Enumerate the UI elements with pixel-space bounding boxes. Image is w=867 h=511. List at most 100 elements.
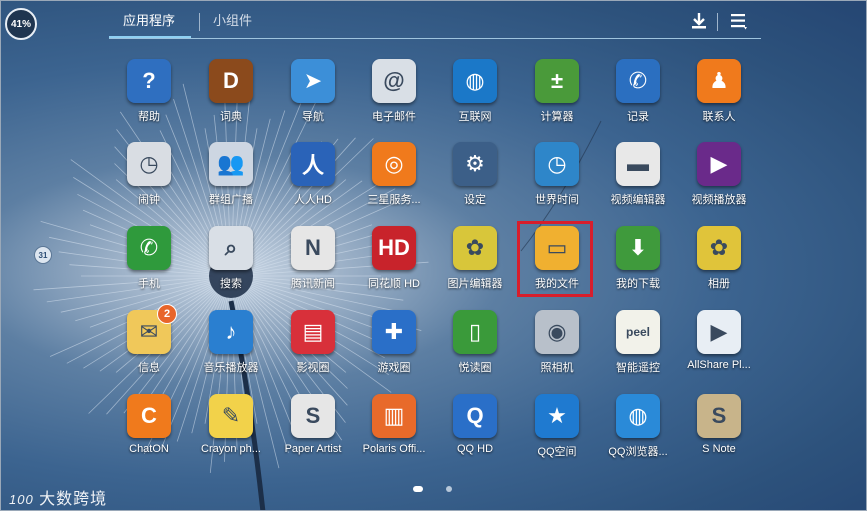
icon-glyph: Q bbox=[466, 403, 484, 428]
app-allshare[interactable]: ▶ AllShare Pl... bbox=[678, 310, 760, 388]
app-label: 视频编辑器 bbox=[610, 194, 666, 206]
app-label: ChatON bbox=[129, 443, 169, 455]
s-note-icon: S bbox=[697, 394, 741, 438]
page-dot[interactable] bbox=[446, 486, 452, 492]
globe-icon: ◍ bbox=[453, 59, 497, 103]
app-qq-browser[interactable]: ◍ QQ浏览器... bbox=[597, 394, 679, 472]
tab-widgets[interactable]: 小组件 bbox=[213, 9, 252, 37]
video-player-icon: ▶ bbox=[697, 142, 741, 186]
icon-glyph: ⌕ bbox=[224, 235, 238, 260]
watermark-number: 100 bbox=[9, 492, 34, 507]
app-search[interactable]: ⌕ 搜索 bbox=[190, 226, 272, 304]
app-stock-chart[interactable]: HD 同花顺 HD bbox=[353, 226, 435, 304]
app-clapper[interactable]: ▬ 视频编辑器 bbox=[597, 142, 679, 220]
app-globe[interactable]: ◍ 互联网 bbox=[434, 59, 516, 137]
app-call-log[interactable]: ✆ 记录 bbox=[597, 59, 679, 137]
app-contacts[interactable]: ♟ 联系人 bbox=[678, 59, 760, 137]
app-label: 三星服务... bbox=[367, 194, 421, 206]
phone-icon: ✆ bbox=[127, 226, 171, 270]
icon-glyph: ◉ bbox=[547, 319, 567, 344]
app-label: 音乐播放器 bbox=[203, 362, 259, 374]
download-icon-button[interactable] bbox=[687, 9, 711, 33]
app-label: 导航 bbox=[302, 111, 324, 123]
app-label: 搜索 bbox=[220, 278, 242, 290]
app-download[interactable]: ⬇ 我的下载 bbox=[597, 226, 679, 304]
app-phone[interactable]: ✆ 手机 bbox=[108, 226, 190, 304]
app-music-player[interactable]: ♪ 音乐播放器 bbox=[190, 310, 272, 388]
app-video-player[interactable]: ▶ 视频播放器 bbox=[678, 142, 760, 220]
app-label: 词典 bbox=[220, 111, 242, 123]
app-alarm-clock[interactable]: ◷ 闹钟 bbox=[108, 142, 190, 220]
app-label: 视频播放器 bbox=[691, 194, 747, 206]
app-dictionary[interactable]: D 词典 bbox=[190, 59, 272, 137]
app-chaton[interactable]: C ChatON bbox=[108, 394, 190, 472]
app-settings-gear[interactable]: ⚙ 设定 bbox=[434, 142, 516, 220]
app-label: 相册 bbox=[708, 278, 730, 290]
app-label: 闹钟 bbox=[138, 194, 160, 206]
tab-apps[interactable]: 应用程序 bbox=[123, 9, 175, 37]
watermark-logo: 100 大数跨境 bbox=[9, 485, 107, 509]
app-label: 我的下载 bbox=[616, 278, 660, 290]
app-peel-remote[interactable]: peel 智能遥控 bbox=[597, 310, 679, 388]
page-dot-active[interactable] bbox=[413, 486, 423, 492]
side-panel-handle[interactable]: 31 bbox=[34, 246, 52, 264]
icon-glyph: ◎ bbox=[384, 151, 404, 176]
icon-glyph: ◍ bbox=[465, 68, 485, 93]
app-label: 电子邮件 bbox=[372, 111, 416, 123]
icon-glyph: N bbox=[305, 235, 321, 260]
app-gamepad[interactable]: ✚ 游戏圈 bbox=[353, 310, 435, 388]
app-label: 设定 bbox=[464, 194, 486, 206]
app-qq-penguin[interactable]: Q QQ HD bbox=[434, 394, 516, 472]
qzone-star-icon: ★ bbox=[535, 394, 579, 438]
app-paper-artist[interactable]: S Paper Artist bbox=[272, 394, 354, 472]
app-qzone-star[interactable]: ★ QQ空间 bbox=[516, 394, 598, 472]
page-indicator bbox=[413, 486, 453, 494]
app-crayon-physics[interactable]: ✎ Crayon ph... bbox=[190, 394, 272, 472]
app-polaris-office[interactable]: ▥ Polaris Offi... bbox=[353, 394, 435, 472]
app-label: QQ HD bbox=[456, 443, 494, 455]
menu-button[interactable] bbox=[727, 9, 751, 33]
app-compass[interactable]: ➤ 导航 bbox=[272, 59, 354, 137]
group-cast-icon: 👥 bbox=[209, 142, 253, 186]
app-group-cast[interactable]: 👥 群组广播 bbox=[190, 142, 272, 220]
icon-glyph: ★ bbox=[547, 403, 567, 428]
settings-gear-icon: ⚙ bbox=[453, 142, 497, 186]
app-renren[interactable]: 人人人HD bbox=[272, 142, 354, 220]
app-label: S Note bbox=[702, 443, 736, 455]
crayon-physics-icon: ✎ bbox=[209, 394, 253, 438]
app-label: 群组广播 bbox=[209, 194, 253, 206]
app-label: 手机 bbox=[138, 278, 160, 290]
app-messages[interactable]: ✉ 2 信息 bbox=[108, 304, 190, 388]
app-label: 图片编辑器 bbox=[447, 278, 503, 290]
app-label: 照相机 bbox=[540, 362, 574, 374]
icon-glyph: S bbox=[305, 403, 321, 428]
icon-glyph: ⬇ bbox=[628, 235, 648, 260]
music-player-icon: ♪ bbox=[209, 310, 253, 354]
icon-glyph: D bbox=[223, 68, 239, 93]
app-help[interactable]: ? 帮助 bbox=[108, 59, 190, 137]
icon-glyph: ♟ bbox=[709, 68, 729, 93]
app-calculator[interactable]: ± 计算器 bbox=[516, 59, 598, 137]
search-icon: ⌕ bbox=[209, 226, 253, 270]
alarm-clock-icon: ◷ bbox=[127, 142, 171, 186]
app-email[interactable]: @ 电子邮件 bbox=[353, 59, 435, 137]
app-gallery[interactable]: ✿ 相册 bbox=[678, 226, 760, 304]
icon-glyph: ▬ bbox=[627, 151, 649, 176]
contacts-icon: ♟ bbox=[697, 59, 741, 103]
app-samsung-service[interactable]: ◎ 三星服务... bbox=[353, 142, 435, 220]
app-tencent-news[interactable]: N 腾讯新闻 bbox=[272, 226, 354, 304]
app-world-clock[interactable]: ◷ 世界时间 bbox=[516, 142, 598, 220]
download-icon: ⬇ bbox=[616, 226, 660, 270]
icon-glyph: peel bbox=[625, 325, 650, 339]
call-log-icon: ✆ bbox=[616, 59, 660, 103]
app-s-note[interactable]: S S Note bbox=[678, 394, 760, 472]
email-icon: @ bbox=[372, 59, 416, 103]
messages-icon: ✉ 2 bbox=[127, 304, 177, 354]
app-photo-editor[interactable]: ✿ 图片编辑器 bbox=[434, 226, 516, 304]
app-label: 互联网 bbox=[458, 111, 492, 123]
app-film[interactable]: ▤ 影视圈 bbox=[272, 310, 354, 388]
app-camera[interactable]: ◉ 照相机 bbox=[516, 310, 598, 388]
app-label: 记录 bbox=[627, 111, 649, 123]
app-reading[interactable]: ▯ 悦读圈 bbox=[434, 310, 516, 388]
qq-browser-icon: ◍ bbox=[616, 394, 660, 438]
